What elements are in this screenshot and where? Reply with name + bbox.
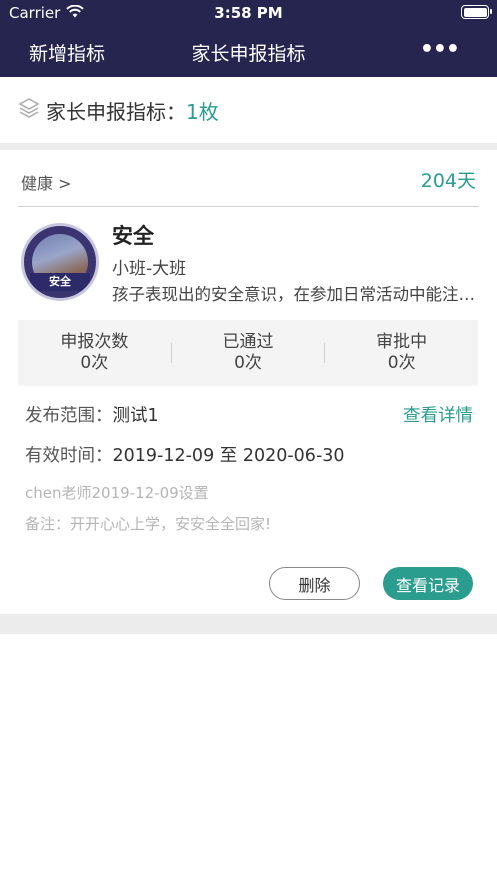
stat-pending: 审批中 0次 xyxy=(325,332,478,374)
nav-bar: 新增指标 家长申报指标 ••• xyxy=(0,26,497,77)
section-divider xyxy=(0,143,497,150)
card-divider xyxy=(18,206,479,207)
valid-label: 有效时间： xyxy=(25,446,113,466)
stat-value: 0次 xyxy=(80,353,109,373)
stats-panel: 申报次数 0次 已通过 0次 审批中 0次 xyxy=(18,320,478,386)
stat-label: 申报次数 xyxy=(60,332,129,352)
days-count: 204天 xyxy=(420,170,476,192)
summary-label: 家长申报指标： xyxy=(46,99,186,124)
remark: 备注：开开心心上学，安安全全回家! xyxy=(25,515,272,533)
setter-info: chen老师2019-12-09设置 xyxy=(25,484,209,502)
scope-row: 发布范围：测试1 xyxy=(25,402,159,427)
summary-bar: 家长申报指标： 1枚 xyxy=(0,77,497,143)
clock: 3:58 PM xyxy=(214,4,283,22)
stat-submitted: 申报次数 0次 xyxy=(18,332,171,374)
stat-value: 0次 xyxy=(234,353,262,373)
stat-value: 0次 xyxy=(387,353,416,373)
valid-value: 2019-12-09 至 2020-06-30 xyxy=(112,446,345,466)
delete-button[interactable]: 删除 xyxy=(269,567,360,600)
indicator-title: 安全 xyxy=(112,224,154,248)
stat-label: 已通过 xyxy=(222,332,274,352)
scope-label: 发布范围： xyxy=(25,406,113,426)
view-details-link[interactable]: 查看详情 xyxy=(403,402,473,427)
valid-row: 有效时间：2019-12-09 至 2020-06-30 xyxy=(25,442,345,467)
battery-icon xyxy=(461,5,492,19)
more-icon[interactable]: ••• xyxy=(420,37,460,62)
status-bar: Carrier 3:58 PM xyxy=(0,0,497,26)
stat-approved: 已通过 0次 xyxy=(172,332,325,374)
indicator-card: 健康 > 204天 安全 安全 小班-大班 孩子表现出的安全意识，在参加日常活动… xyxy=(0,150,497,614)
indicator-avatar: 安全 xyxy=(21,223,99,301)
indicator-description: 孩子表现出的安全意识，在参加日常活动中能注意安全，有自我保护意识 xyxy=(112,285,476,304)
avatar-badge: 安全 xyxy=(30,273,90,291)
view-records-button[interactable]: 查看记录 xyxy=(383,567,473,600)
bottom-divider xyxy=(0,614,497,634)
class-range: 小班-大班 xyxy=(112,259,187,279)
category-link[interactable]: 健康 > xyxy=(21,170,72,194)
scope-value: 测试1 xyxy=(112,406,159,426)
stat-label: 审批中 xyxy=(376,332,428,352)
summary-count: 1枚 xyxy=(186,99,219,124)
layers-icon xyxy=(18,97,40,123)
